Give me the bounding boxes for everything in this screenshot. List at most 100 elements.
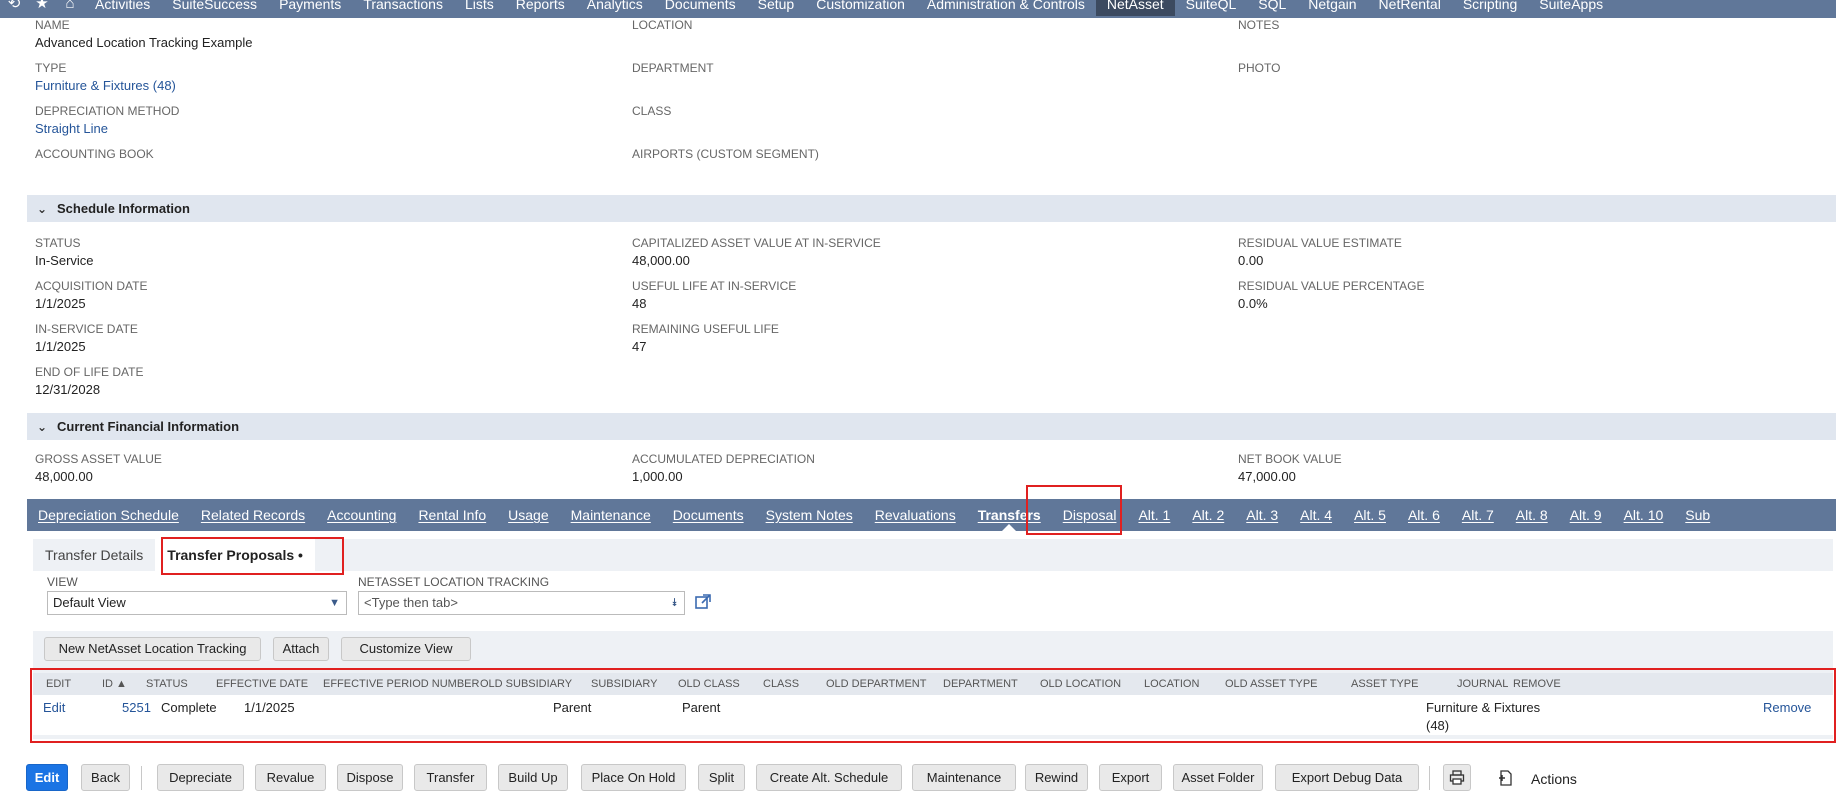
nav-item-suiteapps[interactable]: SuiteApps — [1528, 0, 1614, 16]
asset-folder-button[interactable]: Asset Folder — [1173, 764, 1263, 791]
nav-item-documents[interactable]: Documents — [654, 0, 747, 16]
nav-item-scripting[interactable]: Scripting — [1452, 0, 1528, 16]
name-value: Advanced Location Tracking Example — [35, 35, 253, 50]
tab-rental-info[interactable]: Rental Info — [407, 499, 497, 531]
home-icon[interactable]: ⌂ — [56, 0, 84, 15]
create-alt-schedule-button[interactable]: Create Alt. Schedule — [756, 764, 902, 791]
new-location-tracking-button[interactable]: New NetAsset Location Tracking — [44, 637, 261, 661]
edit-button[interactable]: Edit — [26, 764, 68, 791]
tab-usage[interactable]: Usage — [497, 499, 559, 531]
tab-transfers[interactable]: Transfers — [967, 499, 1052, 531]
column-header[interactable]: OLD ASSET TYPE — [1225, 673, 1318, 695]
column-header[interactable]: OLD DEPARTMENT — [826, 673, 926, 695]
transfer-button[interactable]: Transfer — [414, 764, 487, 791]
schedule-information-header[interactable]: ⌄ Schedule Information — [27, 195, 1836, 222]
nav-item-transactions[interactable]: Transactions — [352, 0, 454, 16]
build-up-button[interactable]: Build Up — [498, 764, 568, 791]
place-on-hold-button[interactable]: Place On Hold — [581, 764, 686, 791]
nav-item-payments[interactable]: Payments — [268, 0, 352, 16]
export-debug-data-button[interactable]: Export Debug Data — [1275, 764, 1419, 791]
nav-item-sql[interactable]: SQL — [1247, 0, 1297, 16]
nav-item-suitesuccess[interactable]: SuiteSuccess — [161, 0, 268, 16]
column-header[interactable]: CLASS — [763, 673, 799, 695]
star-icon[interactable]: ★ — [28, 0, 56, 15]
actions-icon[interactable] — [1497, 769, 1515, 787]
depreciate-button[interactable]: Depreciate — [157, 764, 244, 791]
tab-alt-5[interactable]: Alt. 5 — [1343, 499, 1397, 531]
type-link[interactable]: Furniture & Fixtures (48) — [35, 77, 176, 94]
dispose-button[interactable]: Dispose — [337, 764, 403, 791]
tab-alt-6[interactable]: Alt. 6 — [1397, 499, 1451, 531]
tab-alt-1[interactable]: Alt. 1 — [1127, 499, 1181, 531]
column-header[interactable]: SUBSIDIARY — [591, 673, 657, 695]
tab-revaluations[interactable]: Revaluations — [864, 499, 967, 531]
column-header[interactable]: ID ▲ — [102, 673, 127, 695]
nav-item-setup[interactable]: Setup — [747, 0, 806, 16]
tab-related-records[interactable]: Related Records — [190, 499, 316, 531]
tab-alt-8[interactable]: Alt. 8 — [1505, 499, 1559, 531]
export-button[interactable]: Export — [1099, 764, 1162, 791]
tab-depreciation-schedule[interactable]: Depreciation Schedule — [27, 499, 190, 531]
nav-item-analytics[interactable]: Analytics — [576, 0, 654, 16]
remove-link[interactable]: Remove — [1763, 699, 1811, 717]
nav-item-suiteql[interactable]: SuiteQL — [1175, 0, 1248, 16]
customize-view-button[interactable]: Customize View — [341, 637, 471, 661]
nav-item-customization[interactable]: Customization — [805, 0, 916, 16]
maintenance-button[interactable]: Maintenance — [912, 764, 1016, 791]
view-select[interactable]: Default View ▼ — [47, 591, 347, 615]
column-header[interactable]: STATUS — [146, 673, 188, 695]
nav-item-administration-controls[interactable]: Administration & Controls — [916, 0, 1096, 16]
tab-system-notes[interactable]: System Notes — [755, 499, 864, 531]
column-header[interactable]: DEPARTMENT — [943, 673, 1018, 695]
net-book-value-value: 47,000.00 — [1238, 469, 1296, 484]
tab-accounting[interactable]: Accounting — [316, 499, 407, 531]
tab-alt-3[interactable]: Alt. 3 — [1235, 499, 1289, 531]
record-tab-bar: Depreciation Schedule Related Records Acco… — [27, 499, 1836, 531]
tab-documents[interactable]: Documents — [662, 499, 755, 531]
column-header[interactable]: EFFECTIVE DATE — [216, 673, 308, 695]
tab-disposal[interactable]: Disposal — [1052, 499, 1128, 531]
column-header[interactable]: EDIT — [46, 673, 71, 695]
financial-information-header[interactable]: ⌄ Current Financial Information — [27, 413, 1836, 440]
nav-item-netrental[interactable]: NetRental — [1368, 0, 1452, 16]
tab-sub[interactable]: Sub — [1674, 499, 1721, 531]
nav-item-reports[interactable]: Reports — [505, 0, 576, 16]
column-header[interactable]: LOCATION — [1144, 673, 1199, 695]
tab-alt-4[interactable]: Alt. 4 — [1289, 499, 1343, 531]
depreciation-method-link[interactable]: Straight Line — [35, 120, 179, 137]
split-button[interactable]: Split — [698, 764, 745, 791]
column-header[interactable]: OLD SUBSIDIARY — [480, 673, 572, 695]
nav-item-activities[interactable]: Activities — [84, 0, 161, 16]
id-link[interactable]: 5251 — [122, 699, 151, 717]
tab-alt-9[interactable]: Alt. 9 — [1559, 499, 1613, 531]
subtab-transfer-proposals[interactable]: Transfer Proposals • — [155, 539, 315, 571]
print-icon[interactable] — [1443, 764, 1471, 791]
tracking-input[interactable]: <Type then tab> ⯯ — [358, 591, 685, 615]
column-header[interactable]: OLD CLASS — [678, 673, 740, 695]
column-header[interactable]: OLD LOCATION — [1040, 673, 1121, 695]
subtab-transfer-details[interactable]: Transfer Details — [33, 539, 155, 571]
actions-menu[interactable]: Actions — [1531, 771, 1577, 787]
recent-records-icon[interactable]: ⟲ — [0, 0, 28, 15]
nav-item-netasset[interactable]: NetAsset — [1095, 0, 1175, 16]
rewind-button[interactable]: Rewind — [1025, 764, 1088, 791]
column-header[interactable]: JOURNAL — [1457, 673, 1508, 695]
column-header[interactable]: EFFECTIVE PERIOD NUMBER — [323, 673, 479, 695]
nav-item-lists[interactable]: Lists — [454, 0, 505, 16]
column-header[interactable]: REMOVE — [1513, 673, 1561, 695]
attach-button[interactable]: Attach — [273, 637, 329, 661]
tab-alt-7[interactable]: Alt. 7 — [1451, 499, 1505, 531]
notes-label: NOTES — [1238, 18, 1280, 32]
back-button[interactable]: Back — [81, 764, 130, 791]
edit-link[interactable]: Edit — [43, 699, 65, 717]
tab-alt-2[interactable]: Alt. 2 — [1181, 499, 1235, 531]
separator — [141, 766, 142, 790]
open-link-icon[interactable] — [694, 593, 712, 611]
tab-alt-10[interactable]: Alt. 10 — [1613, 499, 1675, 531]
nav-item-netgain[interactable]: Netgain — [1297, 0, 1367, 16]
double-chevron-down-icon[interactable]: ⯯ — [671, 592, 678, 614]
column-header[interactable]: ASSET TYPE — [1351, 673, 1418, 695]
revalue-button[interactable]: Revalue — [255, 764, 326, 791]
separator — [1429, 766, 1430, 790]
tab-maintenance[interactable]: Maintenance — [560, 499, 662, 531]
